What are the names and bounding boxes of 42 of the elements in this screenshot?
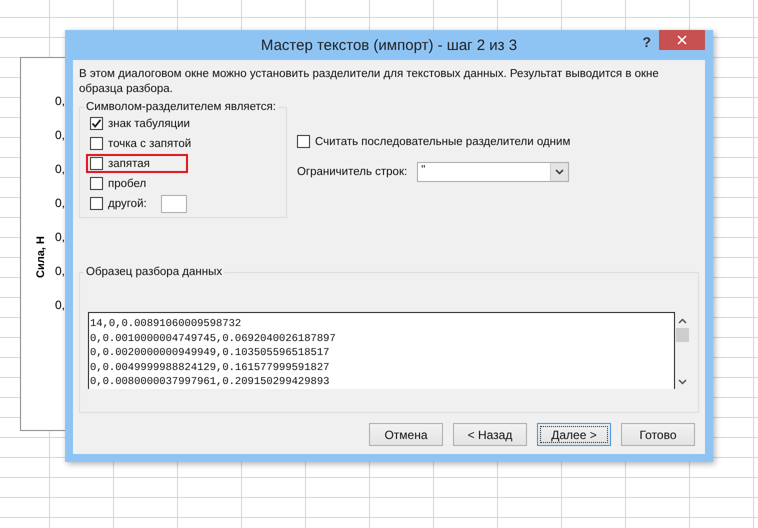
checkbox[interactable] xyxy=(90,197,103,210)
preview-line: 0,0.0010000004749745,0.0692040026187897 xyxy=(90,332,337,346)
preview-line: 0,0.0020000000949949,0.103505596518517 xyxy=(90,346,330,360)
scroll-up-icon xyxy=(678,318,687,324)
preview-line: 14,0,0.00891060009598732 xyxy=(90,317,242,332)
dialog-button[interactable]: Отмена xyxy=(369,423,443,446)
preview-line: 0,0.0080000037997961,0.209150299429893 xyxy=(90,375,330,389)
tick-label: 0, xyxy=(55,162,66,176)
tick-label: 0, xyxy=(55,264,66,278)
other-delimiter-field[interactable] xyxy=(160,194,187,212)
checkbox-option[interactable]: точка с запятой xyxy=(90,137,192,150)
checkbox-option[interactable]: знак табуляции xyxy=(90,117,190,130)
checkbox-option[interactable]: пробел xyxy=(90,177,146,190)
group-legend: Символом-разделителем является: xyxy=(84,101,278,113)
dialog-button[interactable]: Далее > xyxy=(537,423,611,446)
tick-label: 0, xyxy=(55,128,66,142)
checkbox-option[interactable]: другой: xyxy=(90,197,147,210)
tick-label: 0, xyxy=(55,196,66,210)
checkbox-option[interactable]: запятая xyxy=(90,157,150,170)
text-qualifier-label: Ограничитель строк: xyxy=(296,166,408,178)
tick-label: 0, xyxy=(55,298,66,312)
checkbox[interactable] xyxy=(90,117,103,130)
scroll-down-icon xyxy=(678,379,687,385)
checkbox[interactable] xyxy=(296,135,310,148)
preview-line: 0,0.0049999988824129,0.161577999591827 xyxy=(90,360,330,375)
window-title: Мастер текстов (импорт) - шаг 2 из 3 xyxy=(260,36,518,54)
checkbox[interactable] xyxy=(90,137,103,150)
dialog-button[interactable]: Готово xyxy=(621,423,695,446)
close-icon xyxy=(677,35,687,45)
checkbox[interactable] xyxy=(90,177,103,190)
chevron-down-icon xyxy=(555,169,564,175)
axis-title: Сила, Н xyxy=(35,236,47,278)
scroll-thumb[interactable] xyxy=(676,328,689,342)
text-qualifier-dropdown[interactable]: " xyxy=(417,162,570,182)
help-button[interactable]: ? xyxy=(638,34,655,50)
checkbox-option[interactable]: Считать последовательные разделители одним xyxy=(296,135,570,148)
checkbox[interactable] xyxy=(90,157,103,170)
dialog-button[interactable]: < Назад xyxy=(453,423,527,446)
description-text: В этом диалоговом окне можно установить разделители для текстовых данных. Результат выводится в окне образца разбора. xyxy=(79,67,660,97)
tick-label: 0, xyxy=(55,94,66,108)
tick-label: 0, xyxy=(55,230,66,244)
close-button[interactable] xyxy=(659,30,705,50)
